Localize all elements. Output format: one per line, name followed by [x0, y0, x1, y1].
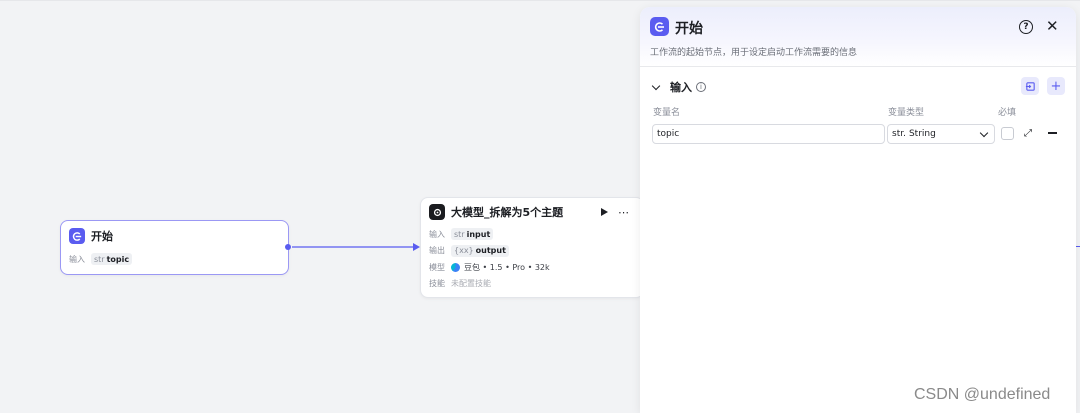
input-section-title: 输入 — [670, 81, 692, 94]
llm-node-actions: ⋯ — [601, 206, 629, 219]
llm-node-title: 大模型_拆解为5个主题 — [451, 206, 564, 219]
llm-node-skill-label: 技能 — [429, 279, 445, 289]
variable-name-input[interactable]: topic — [652, 124, 885, 144]
llm-node-model-label: 模型 — [429, 262, 445, 272]
llm-node-input-label: 输入 — [429, 229, 445, 239]
column-header-type: 变量类型 — [888, 108, 925, 118]
variable-name: topic — [106, 254, 130, 264]
input-section-header[interactable]: 输入 i — [650, 77, 1070, 97]
variable-type-select[interactable]: str. String — [887, 124, 995, 144]
variable-name-value: topic — [657, 129, 680, 139]
start-node-title: 开始 — [91, 230, 113, 243]
llm-node-model-row: 模型 豆包 • 1.5 • Pro • 32k — [421, 259, 643, 276]
llm-node-header: 大模型_拆解为5个主题 ⋯ — [421, 198, 643, 226]
panel-title: 开始 — [675, 21, 703, 37]
import-icon — [1025, 81, 1035, 91]
column-header-name: 变量名 — [653, 108, 681, 118]
start-node-output-port[interactable] — [285, 244, 291, 250]
variable-name: output — [475, 246, 506, 256]
panel-description: 工作流的起始节点，用于设定启动工作流需要的信息 — [650, 48, 858, 58]
chevron-down-icon[interactable] — [651, 81, 661, 90]
info-icon[interactable]: i — [696, 82, 706, 92]
chevron-down-icon — [979, 128, 989, 138]
llm-node-input-tag: str input — [451, 228, 494, 241]
panel-header: 开始 ? ✕ 工作流的起始节点，用于设定启动工作流需要的信息 — [640, 7, 1076, 67]
variable-name: input — [466, 229, 491, 239]
llm-node-model-value: 豆包 • 1.5 • Pro • 32k — [464, 262, 550, 272]
doubao-model-icon — [451, 262, 460, 272]
llm-node-output-tag: {xx} output — [451, 244, 509, 257]
remove-variable-icon[interactable] — [1048, 132, 1057, 134]
node-config-panel: 开始 ? ✕ 工作流的起始节点，用于设定启动工作流需要的信息 输入 i + 变量… — [640, 7, 1076, 413]
llm-node-output-label: 输出 — [429, 246, 445, 256]
start-node-input-row: 输入 str topic — [61, 251, 288, 267]
start-node-header: 开始 — [61, 221, 288, 251]
type-label: str — [94, 254, 105, 264]
more-icon[interactable]: ⋯ — [618, 206, 629, 219]
start-node-icon — [650, 17, 669, 36]
start-node-input-tag: str topic — [91, 253, 133, 265]
type-prefix: str. — [892, 129, 906, 139]
column-header-required: 必填 — [998, 108, 1017, 118]
import-variable-button[interactable] — [1021, 77, 1039, 95]
start-node[interactable]: 开始 输入 str topic — [60, 220, 289, 275]
llm-node[interactable]: 大模型_拆解为5个主题 ⋯ 输入 str input 输出 {xx} outpu… — [420, 197, 644, 298]
add-variable-button[interactable]: + — [1047, 77, 1065, 95]
llm-node-skill-row: 技能 未配置技能 — [421, 276, 643, 293]
variable-type-value: String — [908, 129, 936, 139]
run-icon[interactable] — [601, 208, 608, 216]
plus-icon: + — [1050, 78, 1062, 94]
start-node-icon — [69, 228, 85, 244]
llm-node-icon — [429, 204, 445, 220]
expand-icon[interactable]: ⤢ — [1024, 128, 1032, 139]
required-checkbox[interactable] — [1001, 127, 1014, 140]
type-label: str — [454, 229, 465, 239]
llm-node-output-row: 输出 {xx} output — [421, 243, 643, 260]
help-icon[interactable]: ? — [1019, 20, 1033, 34]
llm-node-skill-value: 未配置技能 — [451, 279, 491, 289]
watermark: CSDN @undefined — [914, 386, 1051, 403]
llm-node-input-row: 输入 str input — [421, 226, 643, 243]
type-label: {xx} — [454, 246, 474, 256]
start-node-input-label: 输入 — [69, 254, 85, 264]
close-icon[interactable]: ✕ — [1046, 17, 1059, 35]
